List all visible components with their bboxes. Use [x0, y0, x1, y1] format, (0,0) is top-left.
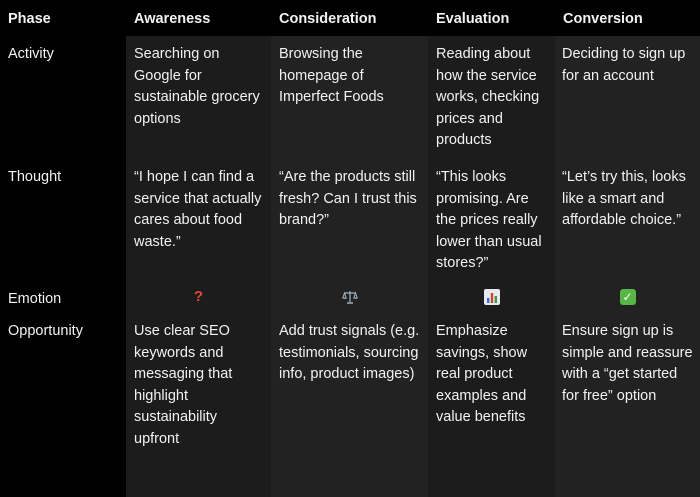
activity-consideration-cell: Browsing the homepage of Imperfect Foods — [271, 36, 428, 159]
bar-chart-icon — [483, 289, 500, 305]
thought-awareness-cell: “I hope I can find a service that actual… — [126, 159, 271, 281]
row-label-emotion: Emotion — [0, 281, 126, 313]
header-phase: Phase — [0, 0, 126, 36]
balance-scale-icon — [341, 289, 358, 305]
thought-conversion-cell: “Let’s try this, looks like a smart and … — [555, 159, 700, 281]
header-stage-consideration: Consideration — [271, 0, 428, 36]
question-mark-icon: ? — [193, 288, 204, 305]
row-label-opportunity: Opportunity — [0, 313, 126, 497]
activity-evaluation-cell: Reading about how the service works, che… — [428, 36, 555, 159]
emotion-consideration-cell — [271, 281, 428, 313]
check-mark-icon: ✓ — [619, 289, 636, 305]
header-stage-awareness: Awareness — [126, 0, 271, 36]
activity-conversion-cell: Deciding to sign up for an account — [555, 36, 700, 159]
opportunity-conversion-cell: Ensure sign up is simple and reassure wi… — [555, 313, 700, 497]
emotion-awareness-cell: ? — [126, 281, 271, 313]
header-stage-evaluation: Evaluation — [428, 0, 555, 36]
activity-awareness-cell: Searching on Google for sustainable groc… — [126, 36, 271, 159]
customer-journey-table: Phase Awareness Consideration Evaluation… — [0, 0, 700, 497]
opportunity-consideration-cell: Add trust signals (e.g. testimonials, so… — [271, 313, 428, 497]
row-label-activity: Activity — [0, 36, 126, 159]
thought-evaluation-cell: “This looks promising. Are the prices re… — [428, 159, 555, 281]
thought-consideration-cell: “Are the products still fresh? Can I tru… — [271, 159, 428, 281]
emotion-conversion-cell: ✓ — [555, 281, 700, 313]
emotion-evaluation-cell — [428, 281, 555, 313]
opportunity-evaluation-cell: Emphasize savings, show real product exa… — [428, 313, 555, 497]
opportunity-awareness-cell: Use clear SEO keywords and messaging tha… — [126, 313, 271, 497]
row-label-thought: Thought — [0, 159, 126, 281]
header-stage-conversion: Conversion — [555, 0, 700, 36]
